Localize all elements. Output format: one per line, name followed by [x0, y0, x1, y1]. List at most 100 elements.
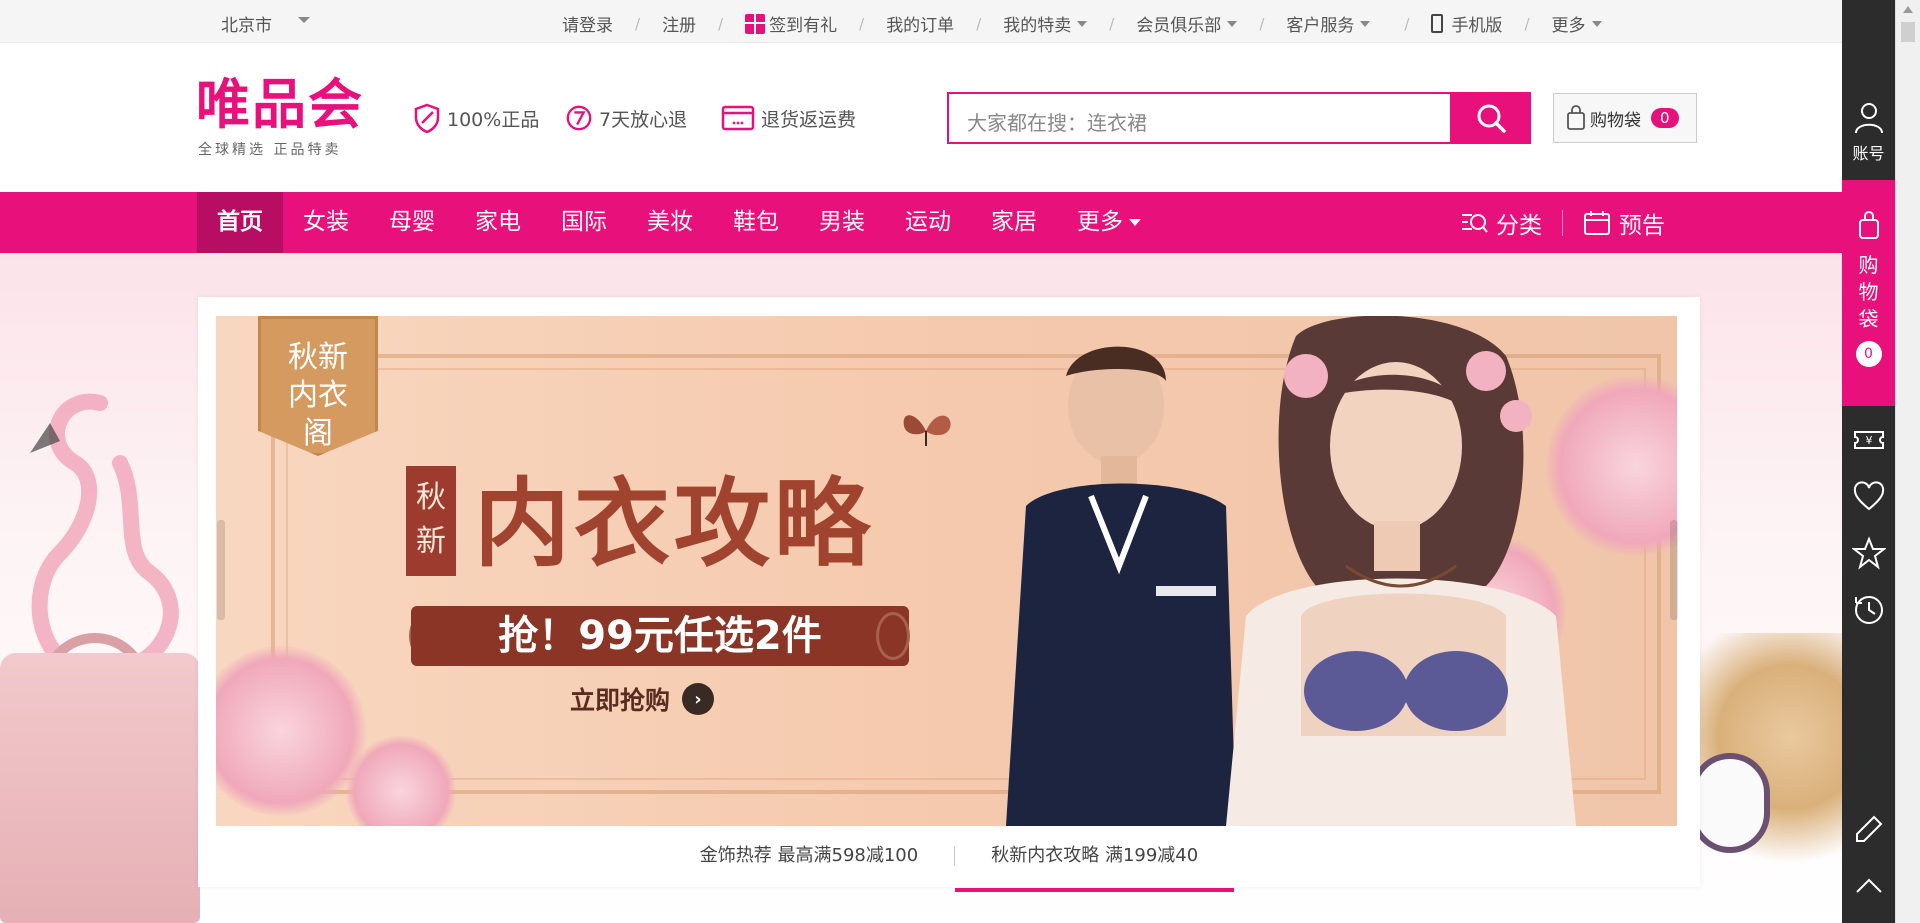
carousel-prev-arrow[interactable] — [217, 520, 225, 620]
scroll-up-arrow[interactable] — [1903, 6, 1913, 13]
preview-button[interactable]: 预告 — [1583, 206, 1665, 240]
calendar-icon — [1584, 210, 1610, 235]
offer-pill: 抢！99元任选2件 — [411, 606, 909, 666]
nav-item-international[interactable]: 国际 — [541, 192, 627, 253]
female-model — [1226, 316, 1576, 826]
main-nav: 首页 女装 母婴 家电 国际 美妆 鞋包 男装 运动 家居 更多 分类 预告 — [0, 192, 1842, 253]
cart-label: 购物袋 — [1590, 110, 1641, 131]
divider — [1562, 209, 1563, 236]
nav-item-more[interactable]: 更多 — [1057, 192, 1161, 253]
right-sidebar: 账号 购物袋 0 ¥ — [1842, 0, 1895, 923]
ornament — [876, 612, 910, 660]
chevron-down-icon[interactable] — [298, 17, 310, 23]
nav-item-sports[interactable]: 运动 — [885, 192, 971, 253]
top-bar: 北京市 请登录 / 注册 / 签到有礼 / 我的订单 / 我的特卖 / 会员俱乐… — [0, 0, 1842, 43]
more-menu[interactable]: 更多 — [1552, 11, 1602, 36]
shopping-bag-icon — [1567, 105, 1585, 130]
page-scrollbar[interactable] — [1895, 0, 1920, 923]
nav-item-shoes-bags[interactable]: 鞋包 — [713, 192, 799, 253]
more-label: 更多 — [1551, 16, 1586, 36]
member-club-menu[interactable]: 会员俱乐部 — [1136, 11, 1238, 36]
carousel-next-arrow[interactable] — [1670, 520, 1678, 620]
customer-service-menu[interactable]: 客户服务 — [1286, 11, 1371, 36]
caret-down-icon — [1129, 219, 1141, 226]
cart-button[interactable]: 购物袋 0 — [1553, 93, 1697, 143]
sidebar-account-label: 账号 — [1852, 144, 1885, 163]
shield-icon — [414, 103, 440, 133]
history-icon[interactable] — [1852, 593, 1886, 627]
top-links: 请登录 / 注册 / 签到有礼 / 我的订单 / 我的特卖 / 会员俱乐部 / … — [562, 11, 1602, 36]
sidebar-cart[interactable]: 购物袋 0 — [1842, 180, 1895, 406]
badge-text: 秋新内衣阁 — [288, 340, 348, 451]
mobile-version-label: 手机版 — [1451, 16, 1503, 36]
city-selector[interactable]: 北京市 — [221, 11, 272, 36]
coupon-icon[interactable]: ¥ — [1852, 423, 1886, 457]
caret-down-icon — [1077, 20, 1088, 27]
butterfly-illustration — [903, 415, 951, 446]
site-logo[interactable]: 唯品会 — [196, 75, 364, 135]
divider: / — [1524, 14, 1530, 33]
nav-item-home-living[interactable]: 家居 — [971, 192, 1057, 253]
back-to-top-icon[interactable] — [1852, 868, 1886, 902]
user-icon — [1854, 103, 1883, 134]
member-club-label: 会员俱乐部 — [1136, 16, 1222, 36]
divider: / — [859, 14, 865, 33]
checkin-gift-label: 签到有礼 — [769, 16, 838, 36]
preview-label: 预告 — [1619, 212, 1665, 239]
phone-icon — [1431, 14, 1444, 33]
nav-more-label: 更多 — [1077, 209, 1123, 235]
register-link[interactable]: 注册 — [662, 11, 696, 36]
my-sales-label: 我的特卖 — [1003, 16, 1072, 36]
divider: / — [718, 14, 724, 33]
nav-item-appliances[interactable]: 家电 — [455, 192, 541, 253]
sidebar-cart-count: 0 — [1855, 341, 1882, 367]
heart-icon[interactable] — [1852, 480, 1886, 514]
divider: / — [1259, 14, 1265, 33]
scrollbar-thumb[interactable] — [1901, 22, 1915, 42]
mobile-version-link[interactable]: 手机版 — [1431, 11, 1502, 36]
category-button[interactable]: 分类 — [1460, 206, 1542, 240]
banner-tab-gold[interactable]: 金饰热荐 最高满598减100 — [664, 826, 954, 886]
sidebar-cart-label: 购物袋 — [1858, 253, 1879, 331]
promise-genuine-label: 100%正品 — [447, 108, 540, 131]
my-sales-menu[interactable]: 我的特卖 — [1003, 11, 1088, 36]
buy-now-cta[interactable]: 立即抢购 › — [570, 681, 715, 717]
feedback-edit-icon[interactable] — [1852, 812, 1886, 846]
promo-banner[interactable]: 秋新内衣阁 秋新 内衣攻略 抢！99元任选2件 立即抢购 › — [216, 316, 1677, 826]
category-search-icon — [1462, 213, 1488, 233]
checkin-gift-link[interactable]: 签到有礼 — [745, 11, 837, 36]
sidebar-account[interactable]: 账号 — [1842, 100, 1895, 164]
category-label: 分类 — [1496, 212, 1542, 239]
promise-genuine: 100%正品 — [413, 103, 539, 133]
caret-down-icon — [1227, 20, 1238, 27]
shopping-bag-icon — [1858, 211, 1879, 239]
login-link[interactable]: 请登录 — [562, 11, 613, 36]
nav-item-baby[interactable]: 母婴 — [369, 192, 455, 253]
logo-slogan: 全球精选 正品特卖 — [198, 142, 342, 158]
cta-label: 立即抢购 — [570, 686, 671, 715]
banner-tab-lingerie[interactable]: 秋新内衣攻略 满199减40 — [955, 826, 1235, 892]
banner-headline: 内衣攻略 — [474, 467, 874, 580]
promise-return-label: 7天放心退 — [599, 108, 688, 131]
seal-text: 秋新 — [416, 480, 446, 559]
caret-down-icon — [1360, 20, 1371, 27]
category-badge: 秋新内衣阁 — [258, 316, 378, 456]
nav-item-beauty[interactable]: 美妆 — [627, 192, 713, 253]
promise-freight-label: 退货返运费 — [761, 108, 857, 131]
seven-day-icon — [566, 105, 592, 131]
divider: / — [976, 14, 982, 33]
customer-service-label: 客户服务 — [1286, 16, 1355, 36]
nav-item-women[interactable]: 女装 — [283, 192, 369, 253]
my-orders-link[interactable]: 我的订单 — [886, 11, 954, 36]
chevron-right-icon: › — [682, 683, 715, 715]
nav-item-home[interactable]: 首页 — [197, 192, 283, 253]
promise-return: 7天放心退 — [565, 103, 687, 133]
nav-item-men[interactable]: 男装 — [799, 192, 885, 253]
divider: / — [1404, 14, 1410, 33]
watch-illustration — [1690, 753, 1770, 853]
star-icon[interactable] — [1852, 536, 1886, 570]
search-button[interactable] — [1450, 92, 1531, 144]
cart-count-badge: 0 — [1651, 108, 1679, 128]
search-input[interactable]: 大家都在搜：连衣裙 — [947, 92, 1452, 144]
gift-icon — [745, 13, 766, 34]
